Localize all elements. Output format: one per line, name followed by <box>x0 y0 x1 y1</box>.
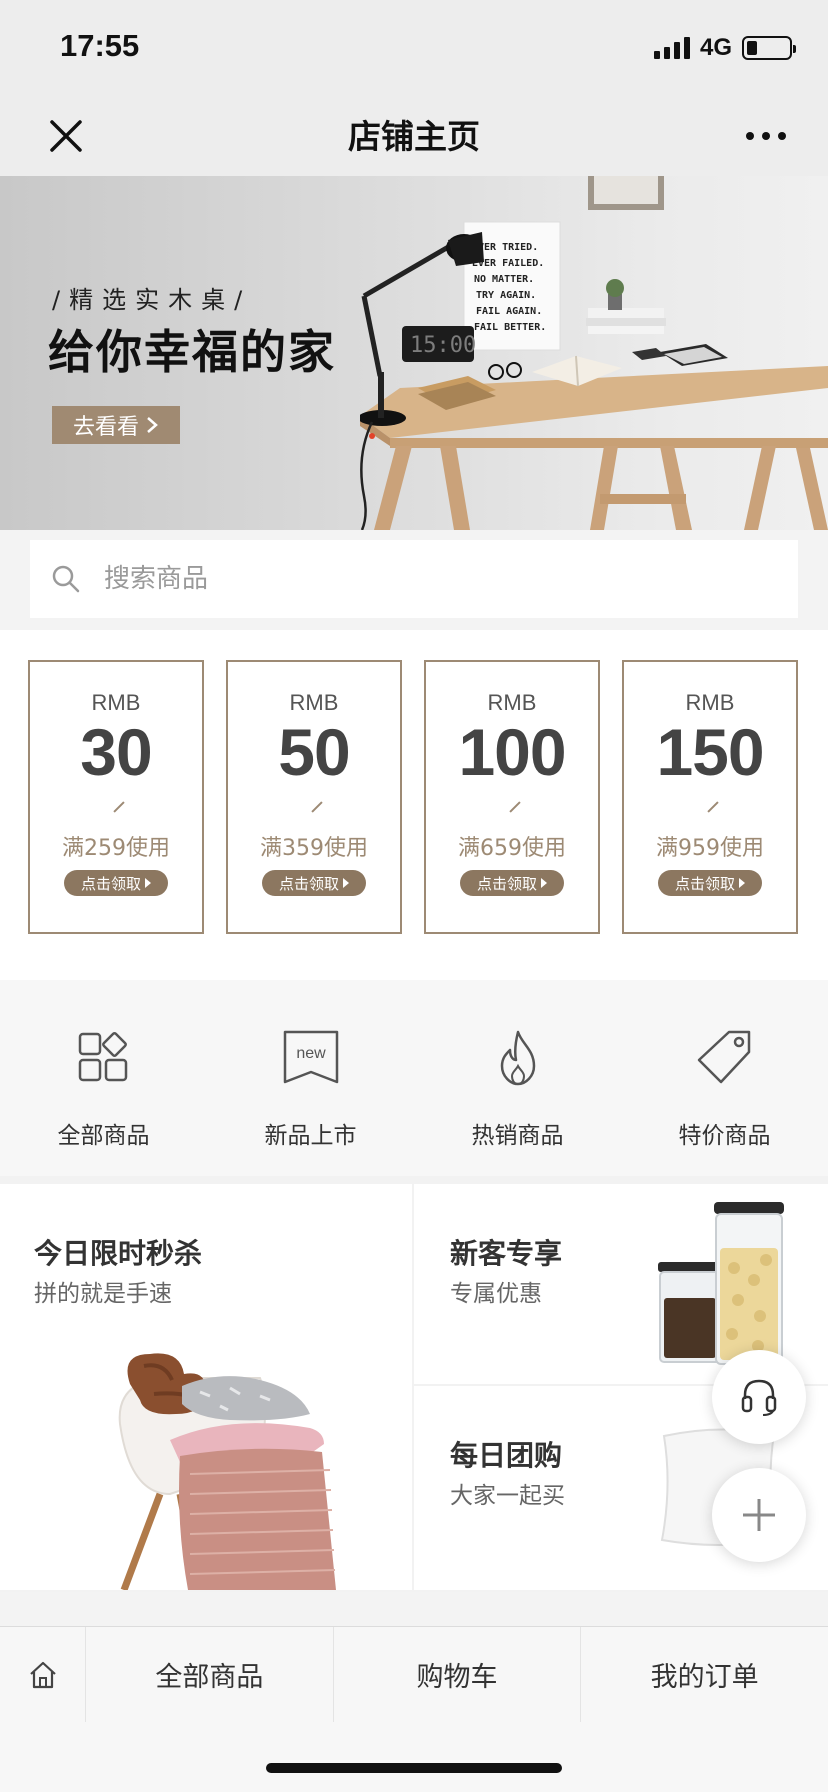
divider <box>624 796 796 824</box>
add-button[interactable] <box>712 1468 806 1562</box>
poster-line: NO MATTER. <box>474 274 534 285</box>
category-special-price[interactable]: 特价商品 <box>621 1028 828 1150</box>
headset-icon <box>741 1379 777 1416</box>
customer-service-button[interactable] <box>712 1350 806 1444</box>
poster-line: FAIL AGAIN. <box>476 306 542 317</box>
battery-icon <box>742 36 796 60</box>
flash-sale-card[interactable]: 今日限时秒杀 拼的就是手速 <box>0 1184 412 1590</box>
category-all-products[interactable]: 全部商品 <box>0 1028 207 1150</box>
status-bar: 17:55 4G <box>0 0 828 96</box>
coupon-section: RMB 30 满259使用 点击领取 RMB 50 满359使用 点击领取 RM… <box>0 630 828 980</box>
claim-button-label: 点击领取 <box>674 874 735 893</box>
page-title: 店铺主页 <box>348 117 480 156</box>
jars-photo <box>658 1202 784 1365</box>
claim-coupon-button[interactable]: 点击领取 <box>460 870 564 896</box>
coupon-condition: 满659使用 <box>458 836 566 861</box>
category-hot-sale[interactable]: 热销商品 <box>414 1028 621 1150</box>
signal-icon <box>653 37 690 59</box>
play-arrow-icon <box>145 878 151 888</box>
poster-line: TRY AGAIN. <box>476 290 536 301</box>
promo-subtitle: 专属优惠 <box>450 1281 542 1307</box>
promo-title: 今日限时秒杀 <box>34 1237 203 1270</box>
network-label: 4G <box>699 34 732 61</box>
coupon-currency: RMB <box>289 690 339 715</box>
more-icon[interactable] <box>744 118 788 154</box>
status-indicators: 4G <box>653 34 796 62</box>
tab-cart[interactable]: 购物车 <box>334 1627 582 1722</box>
tab-my-orders[interactable]: 我的订单 <box>581 1627 828 1722</box>
hero-banner[interactable]: /精选实木桌/ 给你幸福的家 去看看 EVER TRIED. EVER FAIL… <box>0 176 828 530</box>
coupon-card[interactable]: RMB 30 满259使用 点击领取 <box>28 660 204 934</box>
coupon-currency: RMB <box>487 690 537 715</box>
promo-title: 新客专享 <box>450 1237 563 1270</box>
divider <box>30 796 202 824</box>
clock-display: 15:00 <box>410 333 476 358</box>
plus-icon <box>743 1499 775 1531</box>
banner-button-label: 去看看 <box>72 415 139 440</box>
coupon-card[interactable]: RMB 50 满359使用 点击领取 <box>226 660 402 934</box>
promo-subtitle: 大家一起买 <box>450 1483 565 1509</box>
status-time: 17:55 <box>60 28 140 63</box>
bottom-safe-area <box>0 1722 828 1792</box>
search-input[interactable] <box>104 564 724 594</box>
tab-label: 我的订单 <box>650 1662 759 1693</box>
coupon-condition: 满259使用 <box>62 836 170 861</box>
divider <box>228 796 400 824</box>
play-arrow-icon <box>343 878 349 888</box>
play-arrow-icon <box>739 878 745 888</box>
claim-coupon-button[interactable]: 点击领取 <box>64 870 168 896</box>
category-label: 特价商品 <box>678 1123 771 1149</box>
coupon-currency: RMB <box>91 690 141 715</box>
bottom-tab-bar: 全部商品 购物车 我的订单 <box>0 1626 828 1723</box>
coupon-amount: 150 <box>656 715 764 789</box>
search-box[interactable] <box>30 540 798 618</box>
promo-subtitle: 拼的就是手速 <box>34 1281 172 1307</box>
flame-icon <box>500 1030 535 1086</box>
banner-title: 给你幸福的家 <box>48 325 336 379</box>
new-icon-text: new <box>296 1045 326 1062</box>
category-label: 热销商品 <box>471 1123 564 1149</box>
claim-button-label: 点击领取 <box>80 874 141 893</box>
category-nav: 全部商品 new 新品上市 热销商品 特价商品 <box>0 980 828 1176</box>
divider <box>426 796 598 824</box>
coupon-amount: 30 <box>80 715 152 789</box>
banner-subtitle: /精选实木桌/ <box>52 286 252 314</box>
desk-photo: EVER TRIED. EVER FAILED. NO MATTER. TRY … <box>360 176 828 530</box>
coupon-condition: 满959使用 <box>656 836 764 861</box>
coupon-amount: 100 <box>458 715 566 789</box>
new-icon: new <box>283 1030 338 1084</box>
all-products-icon <box>78 1032 127 1082</box>
claim-coupon-button[interactable]: 点击领取 <box>262 870 366 896</box>
coupon-amount: 50 <box>278 715 350 789</box>
category-label: 全部商品 <box>57 1123 150 1149</box>
chair-photo <box>118 1353 336 1590</box>
nav-bar: 店铺主页 <box>0 96 828 176</box>
tab-all-products[interactable]: 全部商品 <box>86 1627 334 1722</box>
category-label: 新品上市 <box>264 1123 357 1149</box>
claim-button-label: 点击领取 <box>476 874 537 893</box>
play-arrow-icon <box>541 878 547 888</box>
poster-line: FAIL BETTER. <box>474 322 546 333</box>
search-icon <box>52 565 80 593</box>
promo-section: 今日限时秒杀 拼的就是手速 新客专享 专属优惠 每日团购 大家一起买 <box>0 1176 828 1592</box>
price-tag-icon <box>697 1030 750 1084</box>
home-indicator[interactable] <box>266 1763 562 1773</box>
claim-button-label: 点击领取 <box>278 874 339 893</box>
coupon-condition: 满359使用 <box>260 836 368 861</box>
claim-coupon-button[interactable]: 点击领取 <box>658 870 762 896</box>
category-new-arrivals[interactable]: new 新品上市 <box>207 1028 414 1150</box>
coupon-card[interactable]: RMB 100 满659使用 点击领取 <box>424 660 600 934</box>
tab-label: 购物车 <box>416 1662 498 1693</box>
chevron-right-icon <box>147 417 158 433</box>
banner-view-button[interactable]: 去看看 <box>52 406 180 444</box>
search-section <box>0 530 828 630</box>
tab-home[interactable] <box>0 1627 86 1723</box>
coupon-card[interactable]: RMB 150 满959使用 点击领取 <box>622 660 798 934</box>
tab-label: 全部商品 <box>155 1662 264 1693</box>
home-icon <box>29 1661 56 1689</box>
coupon-currency: RMB <box>685 690 735 715</box>
promo-title: 每日团购 <box>450 1439 563 1472</box>
